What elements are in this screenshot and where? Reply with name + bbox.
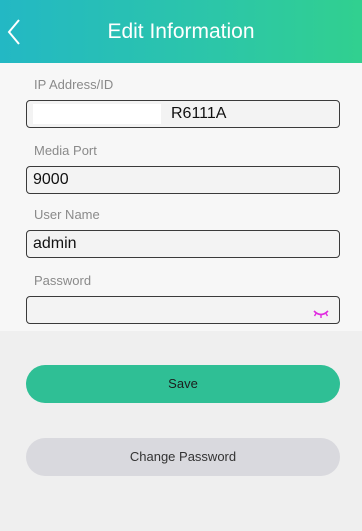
ip-address-label: IP Address/ID	[34, 77, 114, 92]
ip-address-value: R6111A	[171, 105, 227, 122]
user-name-label: User Name	[34, 207, 100, 222]
save-button[interactable]: Save	[26, 365, 340, 403]
media-port-value: 9000	[33, 171, 69, 188]
app-header: Edit Information	[0, 0, 362, 63]
change-password-button[interactable]: Change Password	[26, 438, 340, 476]
password-label: Password	[34, 273, 92, 288]
ip-address-field[interactable]: R6111A	[26, 100, 340, 128]
user-name-value: admin	[33, 235, 77, 252]
ip-redacted-block	[33, 104, 161, 124]
edit-form: IP Address/ID R6111A Media Port 9000 Use…	[0, 63, 362, 331]
user-name-field[interactable]: admin	[26, 230, 340, 258]
eye-closed-icon	[313, 310, 329, 318]
media-port-field[interactable]: 9000	[26, 166, 340, 194]
password-field[interactable]	[26, 296, 340, 324]
page-title: Edit Information	[107, 20, 255, 43]
password-visibility-toggle[interactable]	[313, 303, 329, 318]
media-port-label: Media Port	[34, 143, 97, 158]
